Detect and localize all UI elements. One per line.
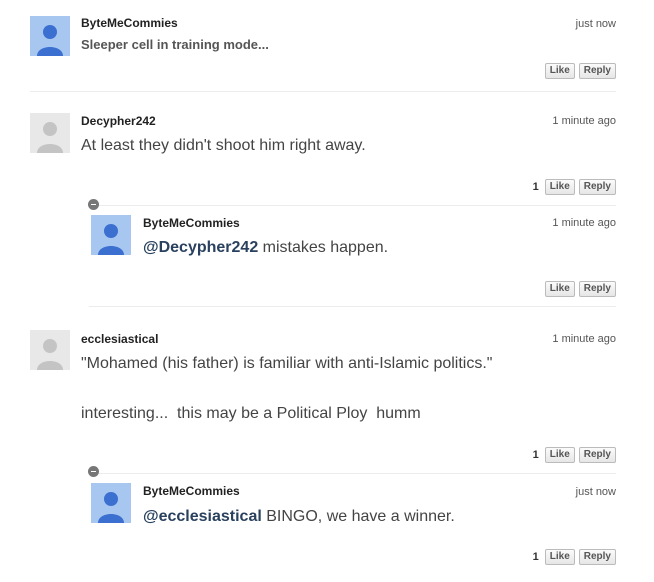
divider xyxy=(30,91,616,92)
collapse-thread-icon[interactable] xyxy=(88,199,99,210)
comment-timestamp[interactable]: 1 minute ago xyxy=(552,115,616,127)
user-mention-link[interactable]: @ecclesiastical xyxy=(143,508,262,525)
reply-button[interactable]: Reply xyxy=(578,549,616,565)
comment-author[interactable]: ByteMeCommies xyxy=(143,216,240,230)
avatar[interactable] xyxy=(30,330,70,370)
comment-text: @ecclesiastical BINGO, we have a winner. xyxy=(143,507,455,527)
like-button[interactable]: Like xyxy=(544,549,575,565)
like-button[interactable]: Like xyxy=(544,179,575,195)
person-icon xyxy=(37,25,63,56)
comment-text: @Decypher242 mistakes happen. xyxy=(143,238,388,258)
comment-text: At least they didn't shoot him right awa… xyxy=(81,137,366,154)
comment-text-rest: BINGO, we have a winner. xyxy=(261,508,455,525)
person-icon xyxy=(37,122,63,153)
comment-text: Sleeper cell in training mode... xyxy=(81,37,269,52)
divider xyxy=(89,473,616,474)
collapse-thread-icon[interactable] xyxy=(88,466,99,477)
comment-actions: 1 Like Reply xyxy=(533,447,616,463)
comment-author[interactable]: ByteMeCommies xyxy=(81,16,178,30)
divider xyxy=(89,205,616,206)
comment-timestamp[interactable]: 1 minute ago xyxy=(552,333,616,345)
divider xyxy=(89,306,616,307)
person-icon xyxy=(98,492,124,523)
comment-actions: 1 Like Reply xyxy=(533,179,616,195)
comment-actions: 1 Like Reply xyxy=(533,549,616,565)
comment-author[interactable]: Decypher242 xyxy=(81,114,156,128)
avatar[interactable] xyxy=(91,215,131,255)
reply-button[interactable]: Reply xyxy=(578,63,616,79)
comment-timestamp[interactable]: just now xyxy=(576,486,616,498)
avatar[interactable] xyxy=(91,483,131,523)
like-count: 1 xyxy=(532,181,539,193)
like-button[interactable]: Like xyxy=(544,63,575,79)
avatar[interactable] xyxy=(30,113,70,153)
comment-text-line: "Mohamed (his father) is familiar with a… xyxy=(81,355,493,372)
reply-button[interactable]: Reply xyxy=(578,447,616,463)
person-icon xyxy=(37,339,63,370)
comment-actions: Like Reply xyxy=(544,281,616,297)
comment-author[interactable]: ecclesiastical xyxy=(81,332,158,346)
comment-text-line: interesting... this may be a Political P… xyxy=(81,405,421,422)
comment-actions: Like Reply xyxy=(544,63,616,79)
user-mention-link[interactable]: @Decypher242 xyxy=(143,239,258,256)
comment-text-rest: mistakes happen. xyxy=(258,239,389,256)
comment-timestamp[interactable]: 1 minute ago xyxy=(552,217,616,229)
avatar[interactable] xyxy=(30,16,70,56)
comment-timestamp[interactable]: just now xyxy=(576,18,616,30)
like-count: 1 xyxy=(532,551,539,563)
like-button[interactable]: Like xyxy=(544,281,575,297)
reply-button[interactable]: Reply xyxy=(578,179,616,195)
person-icon xyxy=(98,224,124,255)
like-button[interactable]: Like xyxy=(544,447,575,463)
like-count: 1 xyxy=(532,449,539,461)
comment-author[interactable]: ByteMeCommies xyxy=(143,484,240,498)
reply-button[interactable]: Reply xyxy=(578,281,616,297)
